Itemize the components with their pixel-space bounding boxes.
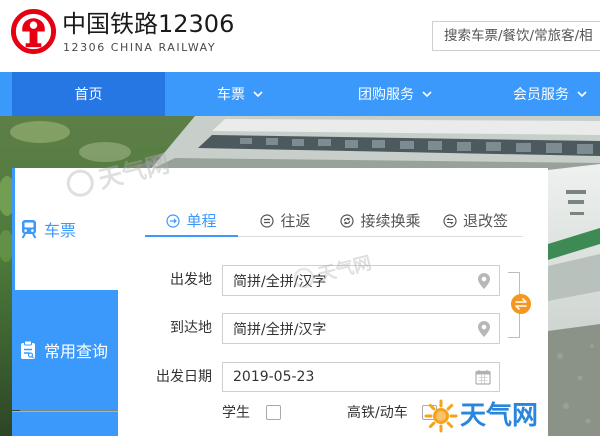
china-railway-logo-icon[interactable]	[10, 8, 57, 55]
chevron-down-icon	[422, 91, 432, 97]
to-station-label: 到达地	[170, 320, 212, 336]
tab-label: 单程	[186, 212, 217, 230]
departure-date-input[interactable]	[223, 363, 499, 391]
tab-one-way[interactable]: 单程	[145, 205, 238, 236]
departure-date-label: 出发日期	[156, 369, 212, 385]
student-label: 学生	[222, 405, 250, 421]
train-icon	[21, 220, 37, 239]
side-tab-3[interactable]	[12, 411, 118, 436]
location-pin-icon[interactable]	[477, 272, 491, 290]
from-station-input[interactable]	[223, 266, 499, 295]
ticket-search-panel: 单程 往返 接续换乘 退改签 出发地 到达地 出发日期	[118, 168, 548, 436]
tab-label: 往返	[280, 212, 311, 230]
nav-item-label: 会员服务	[513, 87, 569, 103]
nav-item-label: 车票	[217, 87, 245, 103]
calendar-icon[interactable]	[475, 369, 491, 385]
watermark: 天气网	[424, 399, 538, 433]
site-search-box[interactable]	[432, 21, 600, 51]
tab-label: 接续换乘	[360, 212, 421, 230]
active-tab-indicator	[145, 235, 238, 237]
nav-item-home[interactable]: 首页	[12, 72, 165, 116]
brand-subtitle: 12306 CHINA RAILWAY	[63, 41, 217, 54]
chevron-down-icon	[577, 91, 587, 97]
refund-circle-icon	[443, 213, 457, 228]
from-station-field[interactable]	[222, 265, 500, 296]
chevron-down-icon	[253, 91, 263, 97]
tab-label: 退改签	[462, 212, 508, 230]
nav-item-label: 首页	[74, 87, 103, 103]
watermark-text: 天气网	[460, 401, 539, 431]
nav-item-member-services[interactable]: 会员服务	[500, 72, 600, 116]
main-nav: 首页 车票 团购服务 会员服务	[0, 72, 600, 116]
side-tab-common-queries[interactable]: 常用查询	[12, 290, 118, 410]
high-speed-label: 高铁/动车	[347, 405, 408, 421]
transfer-circle-icon	[340, 213, 355, 228]
side-tab-label: 常用查询	[44, 342, 109, 361]
student-checkbox[interactable]	[266, 405, 281, 420]
nav-item-label: 团购服务	[358, 87, 414, 103]
one-way-circle-icon	[166, 213, 181, 228]
tab-round-trip[interactable]: 往返	[238, 205, 333, 236]
tab-transfer[interactable]: 接续换乘	[333, 205, 428, 236]
nav-item-group-services[interactable]: 团购服务	[335, 72, 455, 116]
side-tab-column: 车票 常用查询	[12, 168, 118, 436]
location-pin-icon[interactable]	[477, 320, 491, 338]
tab-refund-change[interactable]: 退改签	[428, 205, 523, 236]
brand-title: 中国铁路12306	[62, 10, 235, 38]
round-trip-circle-icon	[260, 213, 275, 228]
departure-date-field[interactable]	[222, 362, 500, 392]
to-station-field[interactable]	[222, 313, 500, 344]
site-search-input[interactable]	[433, 22, 600, 50]
to-station-input[interactable]	[223, 314, 499, 343]
side-tab-label: 车票	[44, 221, 77, 240]
nav-item-tickets[interactable]: 车票	[180, 72, 300, 116]
swap-arrows-icon[interactable]	[511, 294, 531, 314]
side-tab-tickets[interactable]: 车票	[12, 168, 118, 290]
from-station-label: 出发地	[170, 272, 212, 288]
site-header: 中国铁路12306 12306 CHINA RAILWAY	[0, 0, 600, 72]
sun-icon	[424, 399, 458, 433]
clipboard-icon	[21, 340, 35, 359]
